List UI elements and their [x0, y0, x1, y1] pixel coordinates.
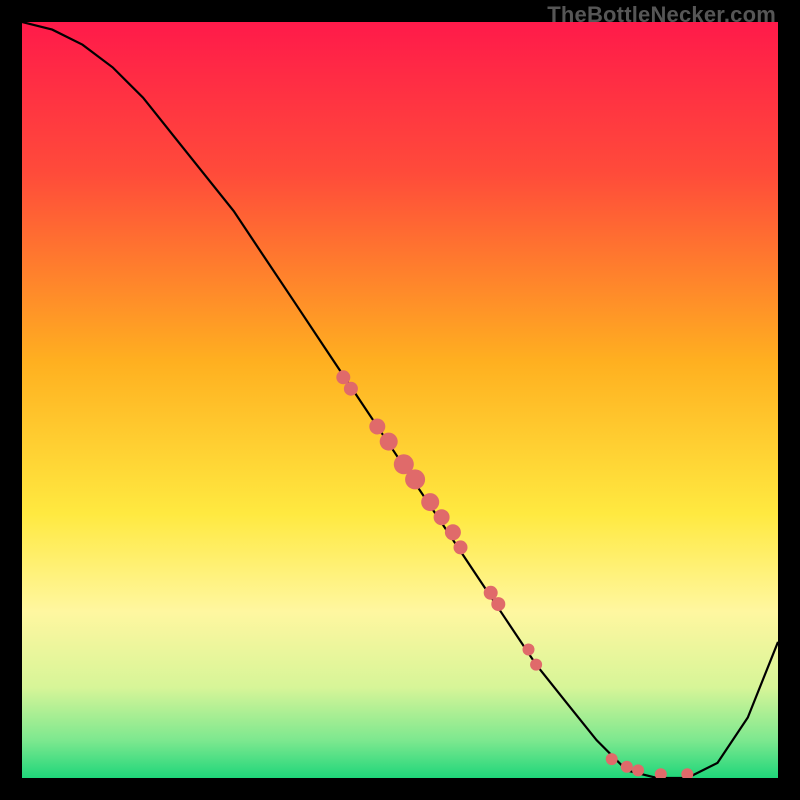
scatter-point [491, 597, 505, 611]
scatter-point [405, 469, 425, 489]
scatter-point [336, 370, 350, 384]
chart-svg [22, 22, 778, 778]
scatter-point [380, 433, 398, 451]
scatter-point [632, 764, 644, 776]
scatter-point [530, 659, 542, 671]
scatter-point [344, 382, 358, 396]
chart-frame [22, 22, 778, 778]
scatter-point [523, 644, 535, 656]
scatter-point [445, 524, 461, 540]
scatter-point [369, 419, 385, 435]
chart-background [22, 22, 778, 778]
scatter-point [434, 509, 450, 525]
scatter-point [606, 753, 618, 765]
watermark-text: TheBottleNecker.com [547, 2, 776, 28]
scatter-point [621, 761, 633, 773]
scatter-point [421, 493, 439, 511]
scatter-point [454, 540, 468, 554]
